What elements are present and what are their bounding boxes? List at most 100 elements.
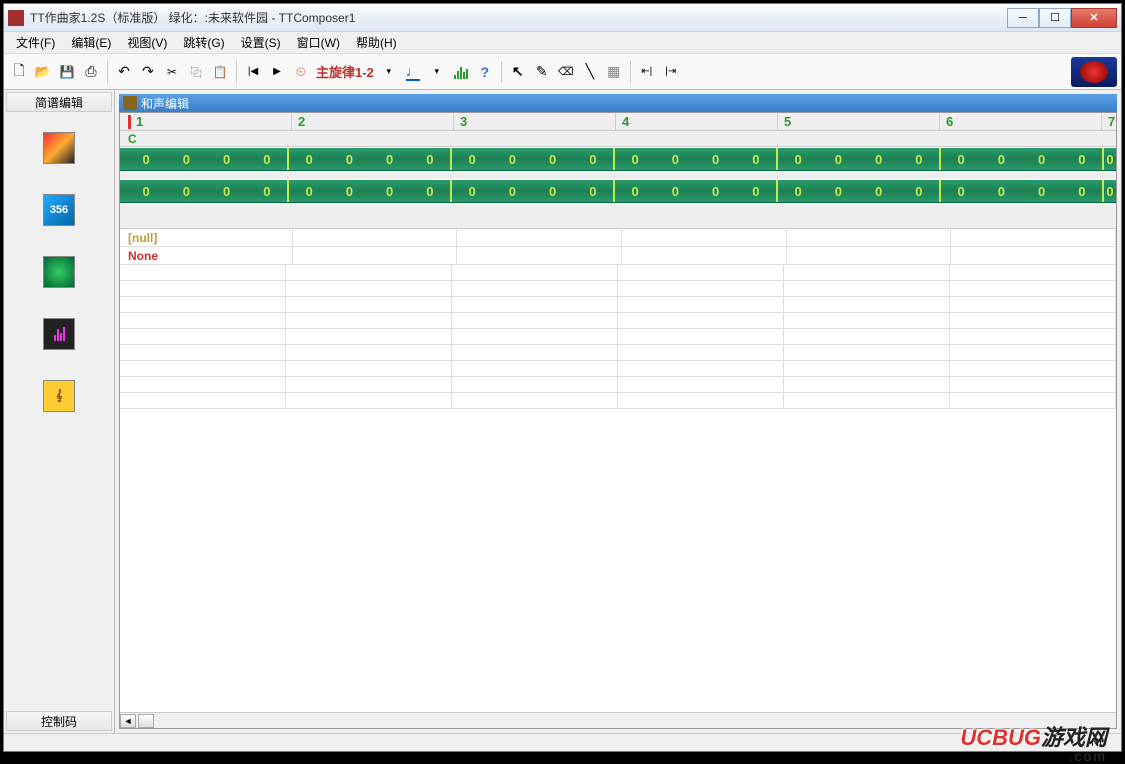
measure-ruler[interactable]: 1 2 3 4 5 6 7 bbox=[120, 113, 1116, 131]
menu-goto[interactable]: 跳转(G) bbox=[175, 32, 232, 53]
menu-file[interactable]: 文件(F) bbox=[8, 32, 63, 53]
note-cell[interactable]: 0 bbox=[818, 180, 858, 202]
chord-label-row[interactable]: [null] bbox=[120, 229, 1116, 247]
note-cell[interactable]: 0 bbox=[289, 148, 329, 170]
note-cell[interactable]: 0 bbox=[533, 180, 573, 202]
note-track-2[interactable]: 0000000000000000000000000 bbox=[120, 179, 1116, 203]
paste-icon[interactable] bbox=[209, 61, 231, 83]
harmony-editor[interactable]: 1 2 3 4 5 6 7 C 000000000000000000000000… bbox=[119, 112, 1117, 729]
menu-help[interactable]: 帮助(H) bbox=[348, 32, 405, 53]
note-cell[interactable]: 0 bbox=[207, 148, 247, 170]
snap-left-icon[interactable] bbox=[636, 61, 658, 83]
note-cell[interactable]: 0 bbox=[1022, 148, 1062, 170]
note-cell[interactable]: 0 bbox=[859, 180, 899, 202]
horizontal-scrollbar[interactable]: ◄ bbox=[120, 712, 1116, 728]
track-selector-label[interactable]: 主旋律1-2 bbox=[314, 62, 376, 81]
playhead-icon[interactable] bbox=[128, 115, 131, 129]
measure-5[interactable]: 5 bbox=[778, 113, 940, 130]
note-cell[interactable]: 0 bbox=[859, 148, 899, 170]
note-cell[interactable]: 0 bbox=[778, 180, 818, 202]
open-icon[interactable] bbox=[32, 61, 54, 83]
close-button[interactable] bbox=[1071, 8, 1117, 28]
key-row[interactable]: C bbox=[120, 131, 1116, 147]
note-cell[interactable]: 0 bbox=[1062, 148, 1102, 170]
undo-icon[interactable] bbox=[113, 61, 135, 83]
note-cell[interactable]: 0 bbox=[981, 148, 1021, 170]
snap-right-icon[interactable] bbox=[660, 61, 682, 83]
note-cell[interactable]: 0 bbox=[615, 180, 655, 202]
note-cell[interactable]: 0 bbox=[126, 180, 166, 202]
help-icon[interactable] bbox=[474, 61, 496, 83]
sidebar-tool-5-icon[interactable]: 𝄞 bbox=[43, 380, 75, 412]
metronome-icon[interactable] bbox=[290, 61, 312, 83]
note-cell[interactable]: 0 bbox=[247, 180, 287, 202]
duration-selector[interactable]: ♩ bbox=[402, 61, 424, 83]
note-cell[interactable]: 0 bbox=[207, 180, 247, 202]
menu-window[interactable]: 窗口(W) bbox=[289, 32, 348, 53]
sidebar-tab-controlcode[interactable]: 控制码 bbox=[6, 711, 112, 731]
note-cell[interactable]: 0 bbox=[492, 148, 532, 170]
note-cell[interactable]: 0 bbox=[329, 180, 369, 202]
note-cell[interactable]: 0 bbox=[696, 148, 736, 170]
note-cell[interactable]: 0 bbox=[126, 148, 166, 170]
line-tool-icon[interactable] bbox=[579, 61, 601, 83]
note-cell[interactable]: 0 bbox=[410, 180, 450, 202]
note-cell[interactable]: 0 bbox=[899, 148, 939, 170]
eraser-tool-icon[interactable] bbox=[555, 61, 577, 83]
menu-edit[interactable]: 编辑(E) bbox=[63, 32, 119, 53]
note-cell[interactable]: 0 bbox=[655, 180, 695, 202]
duration-dropdown-icon[interactable] bbox=[426, 61, 448, 83]
chord-none-row[interactable]: None bbox=[120, 247, 1116, 265]
note-cell[interactable]: 0 bbox=[1022, 180, 1062, 202]
note-cell[interactable]: 0 bbox=[573, 180, 613, 202]
note-cell[interactable]: 0 bbox=[778, 148, 818, 170]
note-cell[interactable]: 0 bbox=[247, 148, 287, 170]
note-cell[interactable]: 0 bbox=[492, 180, 532, 202]
pointer-tool-icon[interactable] bbox=[507, 61, 529, 83]
note-cell[interactable]: 0 bbox=[452, 148, 492, 170]
menu-view[interactable]: 视图(V) bbox=[119, 32, 175, 53]
copy-icon[interactable] bbox=[185, 61, 207, 83]
measure-3[interactable]: 3 bbox=[454, 113, 616, 130]
note-cell[interactable]: 0 bbox=[981, 180, 1021, 202]
scroll-thumb[interactable] bbox=[138, 714, 154, 728]
note-cell[interactable]: 0 bbox=[573, 148, 613, 170]
note-cell[interactable]: 0 bbox=[289, 180, 329, 202]
note-cell[interactable]: 0 bbox=[1104, 180, 1116, 202]
note-cell[interactable]: 0 bbox=[370, 148, 410, 170]
rewind-icon[interactable] bbox=[242, 61, 264, 83]
new-icon[interactable] bbox=[8, 61, 30, 83]
grid-tool-icon[interactable] bbox=[603, 61, 625, 83]
track-dropdown-icon[interactable] bbox=[378, 61, 400, 83]
menu-settings[interactable]: 设置(S) bbox=[233, 32, 289, 53]
measure-1[interactable]: 1 bbox=[120, 113, 292, 130]
note-cell[interactable]: 0 bbox=[941, 180, 981, 202]
note-cell[interactable]: 0 bbox=[1062, 180, 1102, 202]
note-cell[interactable]: 0 bbox=[329, 148, 369, 170]
sidebar-tool-2-icon[interactable]: 356 bbox=[43, 194, 75, 226]
cut-icon[interactable] bbox=[161, 61, 183, 83]
note-cell[interactable]: 0 bbox=[899, 180, 939, 202]
measure-4[interactable]: 4 bbox=[616, 113, 778, 130]
titlebar[interactable]: TT作曲家1.2S（标准版） 绿化：:未来软件园 - TTComposer1 bbox=[4, 4, 1121, 32]
note-cell[interactable]: 0 bbox=[736, 180, 776, 202]
note-cell[interactable]: 0 bbox=[166, 180, 206, 202]
note-cell[interactable]: 0 bbox=[655, 148, 695, 170]
note-cell[interactable]: 0 bbox=[452, 180, 492, 202]
print-icon[interactable] bbox=[80, 61, 102, 83]
sidebar-tool-4-icon[interactable] bbox=[43, 318, 75, 350]
note-cell[interactable]: 0 bbox=[696, 180, 736, 202]
note-cell[interactable]: 0 bbox=[410, 148, 450, 170]
note-cell[interactable]: 0 bbox=[941, 148, 981, 170]
note-cell[interactable]: 0 bbox=[166, 148, 206, 170]
redo-icon[interactable] bbox=[137, 61, 159, 83]
measure-2[interactable]: 2 bbox=[292, 113, 454, 130]
scroll-left-icon[interactable]: ◄ bbox=[120, 714, 136, 728]
levels-icon[interactable] bbox=[450, 61, 472, 83]
note-track-1[interactable]: 0000000000000000000000000 bbox=[120, 147, 1116, 171]
note-cell[interactable]: 0 bbox=[615, 148, 655, 170]
editor-blank-area[interactable] bbox=[120, 409, 1116, 712]
note-cell[interactable]: 0 bbox=[533, 148, 573, 170]
sidebar-tool-1-icon[interactable] bbox=[43, 132, 75, 164]
note-cell[interactable]: 0 bbox=[736, 148, 776, 170]
